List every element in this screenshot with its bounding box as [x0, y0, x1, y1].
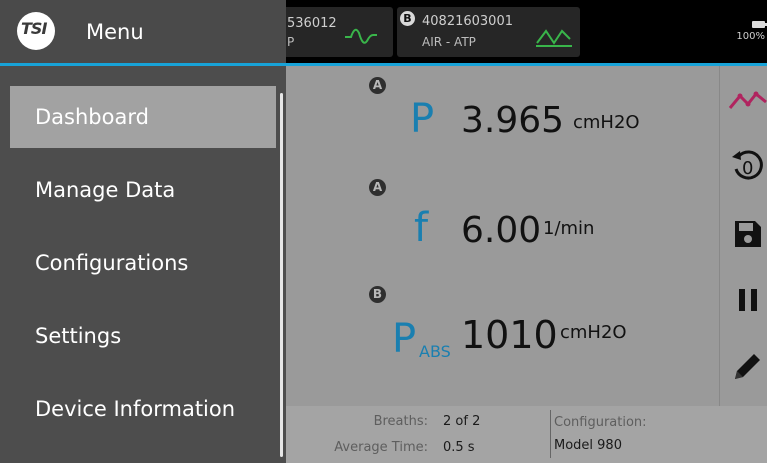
menu-title: Menu [86, 20, 144, 44]
average-time-value: 0.5 s [443, 440, 475, 455]
battery-indicator: 100% [735, 20, 767, 42]
device-sub: P [287, 35, 295, 49]
device-serial: 536012 [287, 16, 337, 31]
average-time-label: Average Time: [334, 440, 428, 455]
menu-item-device-information[interactable]: Device Information [10, 378, 276, 440]
reading-symbol: P [410, 96, 435, 142]
edit-icon[interactable] [728, 346, 767, 386]
menu-item-configurations[interactable]: Configurations [10, 232, 276, 294]
footer-divider [550, 410, 551, 458]
tsi-logo: TSI [17, 12, 55, 50]
reading-unit: cmH2O [560, 322, 627, 343]
menu-scrollbar[interactable] [280, 93, 283, 457]
menu-item-settings[interactable]: Settings [10, 305, 276, 367]
svg-text:0: 0 [742, 158, 753, 179]
pause-icon[interactable] [728, 280, 767, 320]
battery-icon [752, 21, 767, 28]
reading-value: 3.965 [461, 100, 565, 141]
side-menu: Dashboard Manage Data Configurations Set… [0, 66, 286, 463]
breaths-label: Breaths: [373, 414, 428, 429]
reading-subscript: ABS [419, 342, 451, 361]
configuration-label: Configuration: [554, 415, 647, 430]
device-badge: B [400, 11, 415, 26]
configuration-value: Model 980 [554, 438, 622, 453]
reading-value: 1010 [461, 313, 558, 357]
waveform-icon [345, 28, 377, 44]
trend-chart-icon[interactable] [728, 80, 767, 120]
reading-symbol: f [414, 205, 429, 251]
reading-badge: B [369, 286, 386, 303]
device-card-a[interactable]: 536012 P [283, 7, 393, 57]
device-card-b[interactable]: B 40821603001 AIR - ATP [397, 7, 580, 57]
zero-reset-icon[interactable]: 0 [728, 146, 767, 186]
reading-unit: 1/min [543, 218, 595, 239]
reading-unit: cmH2O [573, 112, 640, 133]
device-sub: AIR - ATP [422, 35, 476, 49]
menu-item-manage-data[interactable]: Manage Data [10, 159, 276, 221]
menu-item-dashboard[interactable]: Dashboard [10, 86, 276, 148]
toolbar-divider [719, 66, 720, 406]
breaths-value: 2 of 2 [443, 414, 481, 429]
waveform-icon [536, 29, 572, 47]
battery-percent: 100% [736, 31, 765, 42]
menu-header[interactable]: TSI Menu [0, 0, 286, 63]
reading-symbol: P [392, 316, 417, 362]
reading-value: 6.00 [461, 210, 542, 251]
reading-badge: A [369, 77, 386, 94]
save-icon[interactable] [728, 214, 767, 254]
reading-badge: A [369, 179, 386, 196]
device-serial: 40821603001 [422, 14, 513, 29]
